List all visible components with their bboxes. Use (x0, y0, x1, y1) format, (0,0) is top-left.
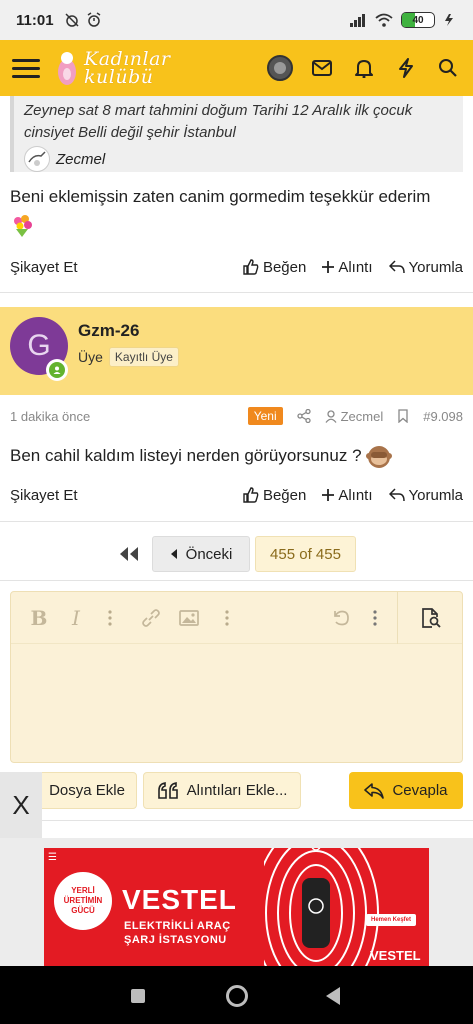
ad-close-button[interactable]: X (0, 772, 42, 838)
submit-reply-button[interactable]: Cevapla (349, 772, 463, 809)
ad-banner[interactable]: ☰ YERLİ ÜRETİMİN GÜCÜ VESTEL ELEKTRİKLİ … (44, 848, 429, 966)
post-text: Beni eklemişsin zaten canim gormedim teş… (10, 187, 431, 206)
like-button[interactable]: Beğen (243, 259, 306, 276)
plus-icon (322, 489, 335, 501)
logo-mark-icon (58, 52, 76, 85)
ad-badge: YERLİ ÜRETİMİN GÜCÜ (54, 872, 112, 930)
ad-brand: VESTEL (122, 884, 237, 915)
undo-icon[interactable] (329, 606, 353, 630)
caret-left-icon (170, 549, 177, 559)
thumbs-up-icon (243, 487, 259, 503)
alarm-icon (87, 12, 100, 27)
reply-icon (388, 260, 405, 274)
quote-button[interactable]: Alıntı (322, 259, 373, 276)
status-time: 11:01 (16, 11, 54, 29)
more-options-icon[interactable] (103, 606, 117, 630)
ad-cta[interactable]: Hemen Keşfet (366, 914, 417, 926)
home-icon[interactable] (226, 985, 248, 1007)
logo-line2: kulübü (84, 66, 154, 88)
back-icon[interactable] (326, 987, 340, 1005)
user-badge: Kayıtlı Üye (108, 347, 179, 367)
ad-line1: ELEKTRİKLİ ARAÇ (124, 920, 231, 932)
preview-icon[interactable] (397, 592, 463, 644)
pagination: Önceki 455 of 455 (0, 536, 473, 574)
report-link[interactable]: Şikayet Et (10, 487, 78, 504)
first-page-icon[interactable] (118, 546, 140, 562)
quoted-message: Zeynep sat 8 mart tahmini doğum Tarihi 1… (10, 96, 463, 172)
post-text: Ben cahil kaldım listeyi nerden görüyors… (10, 446, 362, 465)
post-divider (0, 292, 473, 293)
ad-menu-icon[interactable]: ☰ (48, 852, 57, 863)
reply-editor[interactable]: B I (10, 591, 463, 763)
reply-button[interactable]: Yorumla (388, 259, 463, 276)
username[interactable]: Gzm-26 (78, 321, 139, 341)
signal-icon (350, 14, 365, 27)
editor-toolbar: B I (11, 592, 462, 644)
wifi-icon (375, 13, 393, 27)
italic-button[interactable]: I (66, 606, 86, 630)
reply-icon (364, 782, 385, 799)
site-logo[interactable]: Kadınlar kulübü (54, 48, 171, 88)
report-link[interactable]: Şikayet Et (10, 259, 78, 276)
ad-line2: ŞARJ İSTASYONU (124, 934, 227, 946)
quote-marks-icon (157, 781, 178, 799)
mail-icon[interactable] (309, 55, 335, 81)
post-actions: Şikayet Et Beğen Alıntı Yorumla (10, 252, 463, 282)
online-status-icon (46, 359, 68, 381)
system-nav-bar (0, 966, 473, 1024)
quote-author-name[interactable]: Zecmel (56, 151, 105, 168)
see-no-evil-monkey-emoji-icon (366, 445, 393, 468)
share-icon[interactable] (296, 409, 311, 423)
user-card: G Gzm-26 Üye Kayıtlı Üye (0, 307, 473, 395)
post-divider (0, 521, 473, 522)
attach-file-button[interactable]: Dosya Ekle (37, 772, 137, 809)
menu-icon[interactable] (12, 58, 40, 78)
site-header: Kadınlar kulübü (0, 40, 473, 96)
quote-author-avatar[interactable] (24, 146, 50, 172)
bouquet-emoji-icon (14, 214, 32, 237)
account-avatar[interactable] (267, 55, 293, 81)
search-icon[interactable] (435, 55, 461, 81)
post-meta: 1 dakika önce Yeni Zecmel #9.098 (10, 404, 463, 428)
previous-page-button[interactable]: Önceki (152, 536, 250, 572)
quote-button[interactable]: Alıntı (322, 487, 373, 504)
bold-button[interactable]: B (29, 606, 49, 630)
charging-icon (445, 14, 453, 26)
post-message: Ben cahil kaldım listeyi nerden görüyors… (10, 443, 393, 470)
reply-button[interactable]: Yorumla (388, 487, 463, 504)
post-actions: Şikayet Et Beğen Alıntı Yorumla (10, 480, 463, 510)
status-bar: 11:01 40 (0, 0, 473, 40)
thumbs-up-icon (243, 259, 259, 275)
more-options-icon[interactable] (220, 606, 234, 630)
lightning-icon[interactable] (393, 55, 419, 81)
plus-icon (322, 261, 335, 273)
more-options-icon[interactable] (368, 606, 382, 630)
quote-text: Zeynep sat 8 mart tahmini doğum Tarihi 1… (24, 102, 413, 141)
section-divider (42, 820, 473, 821)
post-time[interactable]: 1 dakika önce (10, 409, 90, 424)
user-role: Üye (78, 349, 103, 365)
alarm-off-icon (65, 13, 79, 27)
page-counter[interactable]: 455 of 455 (255, 536, 356, 572)
bookmark-icon[interactable] (397, 409, 409, 423)
link-icon[interactable] (139, 606, 163, 630)
mention-link[interactable]: Zecmel (325, 409, 383, 424)
bell-icon[interactable] (351, 55, 377, 81)
like-button[interactable]: Beğen (243, 487, 306, 504)
section-divider (0, 580, 473, 581)
ad-logo: VESTEL (370, 948, 421, 963)
reply-icon (388, 488, 405, 502)
post-number[interactable]: #9.098 (423, 409, 463, 424)
new-badge: Yeni (247, 407, 283, 425)
insert-quotes-button[interactable]: Alıntıları Ekle... (143, 772, 301, 809)
ad-container: ☰ YERLİ ÜRETİMİN GÜCÜ VESTEL ELEKTRİKLİ … (0, 838, 473, 966)
user-icon (325, 409, 337, 423)
post-message: Beni eklemişsin zaten canim gormedim teş… (10, 184, 463, 239)
battery-indicator: 40 (401, 12, 435, 28)
image-icon[interactable] (177, 606, 201, 630)
recents-icon[interactable] (131, 989, 145, 1003)
